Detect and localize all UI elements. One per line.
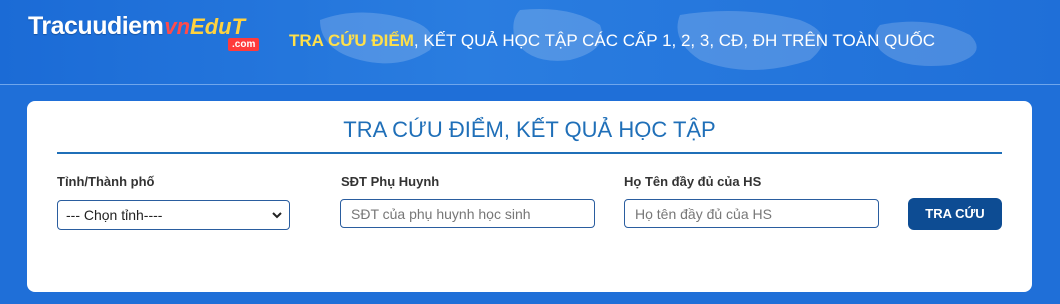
tagline-highlight: TRA CỨU ĐIỂM [289,31,414,50]
fullname-input[interactable] [624,199,879,228]
phone-input[interactable] [340,199,595,228]
tagline-rest: , KẾT QUẢ HỌC TẬP CÁC CẤP 1, 2, 3, CĐ, Đ… [413,31,936,50]
logo-brand-vn: vn [164,14,191,39]
site-header: Tracuudiem vnEduT .com TRA CỨU ĐIỂM, KẾT… [0,0,1060,84]
province-label: Tỉnh/Thành phố [57,174,155,189]
title-divider [57,152,1002,154]
chevron-down-icon [272,212,282,219]
search-form-card: TRA CỨU ĐIỂM, KẾT QUẢ HỌC TẬP Tỉnh/Thành… [27,101,1032,292]
fullname-label: Họ Tên đầy đủ của HS [624,174,762,189]
site-tagline: TRA CỨU ĐIỂM, KẾT QUẢ HỌC TẬP CÁC CẤP 1,… [289,31,935,51]
site-logo[interactable]: Tracuudiem vnEduT .com [28,12,260,52]
province-selected-value: --- Chọn tỉnh---- [66,207,163,223]
logo-brand-edu: EduT [190,14,246,39]
logo-domain: .com [228,38,260,51]
phone-label: SĐT Phụ Huynh [341,174,440,189]
province-select[interactable]: --- Chọn tỉnh---- [57,200,290,230]
header-divider [0,84,1060,85]
form-title: TRA CỨU ĐIỂM, KẾT QUẢ HỌC TẬP [343,117,716,142]
logo-text: Tracuudiem [28,12,164,40]
search-button[interactable]: TRA CỨU [908,198,1002,230]
logo-brand: vnEduT [164,14,245,40]
